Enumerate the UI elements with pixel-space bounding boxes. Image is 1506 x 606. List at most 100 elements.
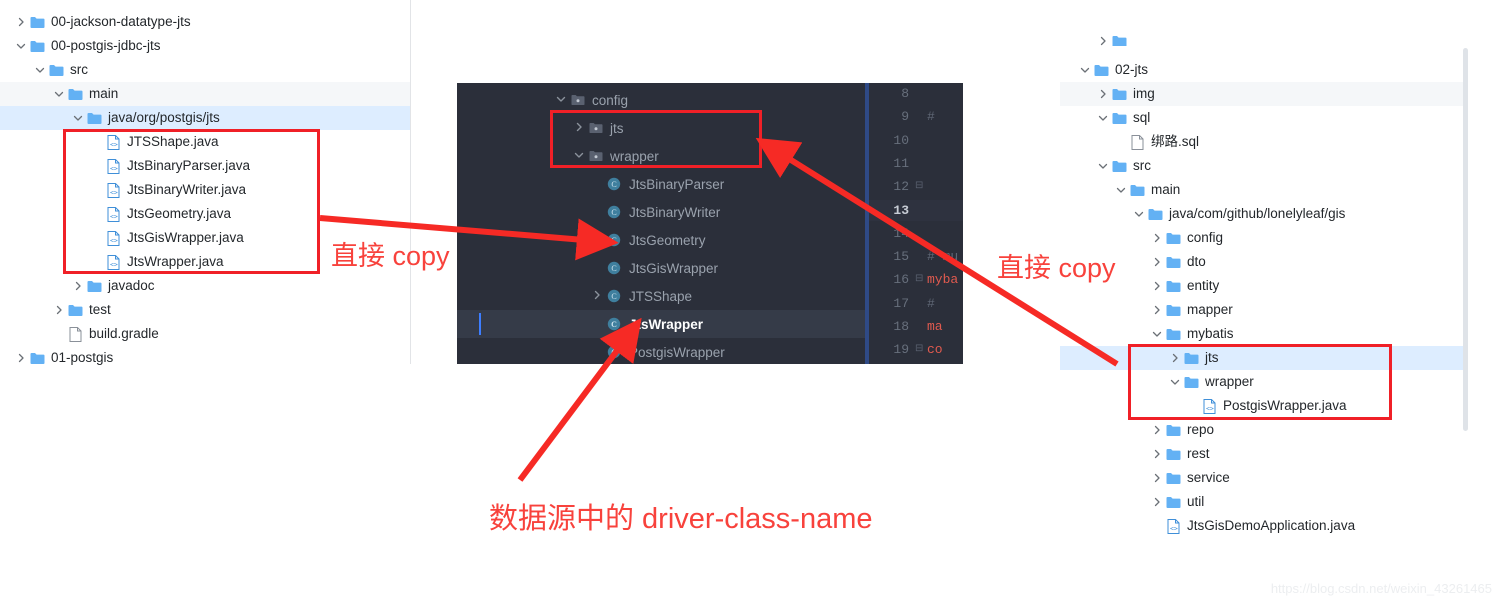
- line-number: 10: [893, 132, 909, 148]
- tree-row-clipped[interactable]: [1060, 36, 1463, 46]
- java-class-icon: C: [605, 233, 623, 247]
- tree-row[interactable]: config: [1060, 226, 1463, 250]
- line-number: 8: [901, 86, 909, 101]
- tree-row[interactable]: javadoc: [0, 274, 410, 298]
- tree-row[interactable]: mybatis: [1060, 322, 1463, 346]
- tree-row-label: src: [1133, 158, 1151, 174]
- line-number: 18: [893, 319, 909, 334]
- chevron-down-icon[interactable]: [1096, 161, 1110, 171]
- chevron-down-icon[interactable]: [1096, 113, 1110, 123]
- chevron-right-icon[interactable]: [1150, 425, 1164, 435]
- chevron-down-icon[interactable]: [33, 65, 47, 75]
- tree-row[interactable]: 00-jackson-datatype-jts: [0, 10, 410, 34]
- chevron-right-icon[interactable]: [1150, 257, 1164, 267]
- code-fragment: #: [927, 109, 935, 125]
- chevron-down-icon[interactable]: [1132, 209, 1146, 219]
- chevron-right-icon[interactable]: [71, 281, 85, 291]
- tree-row[interactable]: service: [1060, 466, 1463, 490]
- chevron-right-icon[interactable]: [1096, 89, 1110, 99]
- folder-icon: [85, 280, 103, 293]
- tree-row[interactable]: 02-jts: [1060, 58, 1463, 82]
- chevron-down-icon[interactable]: [52, 89, 66, 99]
- line-number: 15: [893, 249, 909, 265]
- dark-tree-row[interactable]: C JTSShape: [457, 282, 865, 310]
- chevron-down-icon[interactable]: [1114, 185, 1128, 195]
- tree-row[interactable]: 00-postgis-jdbc-jts: [0, 34, 410, 58]
- chevron-right-icon[interactable]: [1150, 305, 1164, 315]
- dark-tree-row[interactable]: C JtsBinaryWriter: [457, 198, 865, 226]
- tree-row-label: main: [89, 86, 119, 102]
- right-project-tree-panel[interactable]: 02-jts img sql 绑路.sql src main java/com/github…: [1060, 0, 1506, 606]
- tree-row[interactable]: repo: [1060, 418, 1463, 442]
- chevron-right-icon[interactable]: [1150, 233, 1164, 243]
- tree-row-label: 01-postgis: [51, 350, 114, 366]
- code-fold-marker[interactable]: ⊟: [915, 180, 923, 191]
- chevron-right-icon[interactable]: [1150, 497, 1164, 507]
- tree-row[interactable]: main: [0, 82, 410, 106]
- chevron-down-icon[interactable]: [1078, 65, 1092, 75]
- annotation-copy-right: 直接 copy: [997, 253, 1116, 283]
- tree-row[interactable]: util: [1060, 490, 1463, 514]
- folder-icon: [1110, 112, 1128, 125]
- chevron-right-icon[interactable]: [589, 290, 605, 302]
- tree-row[interactable]: dto: [1060, 250, 1463, 274]
- chevron-right-icon[interactable]: [52, 305, 66, 315]
- tree-row[interactable]: rest: [1060, 442, 1463, 466]
- tree-row[interactable]: sql: [1060, 106, 1463, 130]
- line-number: 12: [893, 179, 909, 195]
- chevron-right-icon[interactable]: [14, 17, 28, 27]
- code-fragment: #: [927, 295, 935, 311]
- chevron-right-icon[interactable]: [1150, 449, 1164, 459]
- tree-row[interactable]: java/com/github/lonelyleaf/gis: [1060, 202, 1463, 226]
- chevron-right-icon[interactable]: [1150, 281, 1164, 291]
- tree-row[interactable]: src: [0, 58, 410, 82]
- chevron-down-icon[interactable]: [14, 41, 28, 51]
- dark-tree-row[interactable]: C JtsGeometry: [457, 226, 865, 254]
- dark-tree-row[interactable]: C JtsWrapper: [457, 310, 865, 338]
- tree-row-label: 02-jts: [1115, 62, 1149, 78]
- tree-row-label: java/org/postgis/jts: [108, 110, 220, 126]
- tree-row[interactable]: java/org/postgis/jts: [0, 106, 410, 130]
- tree-row[interactable]: <> JtsGisDemoApplication.java: [1060, 514, 1463, 538]
- tree-row[interactable]: 01-postgis: [0, 346, 410, 370]
- chevron-right-icon[interactable]: [1150, 473, 1164, 483]
- folder-icon: [1110, 88, 1128, 101]
- folder-icon: [47, 64, 65, 77]
- tree-row[interactable]: main: [1060, 178, 1463, 202]
- dark-tree-row[interactable]: C JtsGisWrapper: [457, 254, 865, 282]
- folder-icon: [1110, 160, 1128, 173]
- dark-tree-row[interactable]: C PostgisWrapper: [457, 338, 865, 364]
- highlight-box-dark-packages: [550, 110, 762, 168]
- tree-row[interactable]: mapper: [1060, 298, 1463, 322]
- folder-icon: [28, 352, 46, 365]
- tree-row[interactable]: 绑路.sql: [1060, 130, 1463, 154]
- plain-file-icon: [1128, 134, 1146, 150]
- tree-row-label: img: [1133, 86, 1155, 102]
- tree-row[interactable]: src: [1060, 154, 1463, 178]
- chevron-down-icon[interactable]: [71, 113, 85, 123]
- chevron-right-icon[interactable]: [14, 353, 28, 363]
- folder-icon: [1164, 256, 1182, 269]
- java-class-icon: C: [605, 177, 623, 191]
- code-fold-marker[interactable]: ⊟: [915, 343, 923, 354]
- dark-tree-row[interactable]: C JtsBinaryParser: [457, 170, 865, 198]
- editor-vertical-scrollbar[interactable]: [865, 83, 869, 364]
- right-panel-scrollbar[interactable]: [1463, 48, 1468, 431]
- tree-row[interactable]: entity: [1060, 274, 1463, 298]
- tree-row[interactable]: build.gradle: [0, 322, 410, 346]
- line-number: 9: [901, 109, 909, 125]
- tree-row-label: 绑路.sql: [1151, 134, 1200, 150]
- chevron-down-icon[interactable]: [1150, 329, 1164, 339]
- tree-row[interactable]: test: [0, 298, 410, 322]
- code-fold-marker[interactable]: ⊟: [915, 273, 923, 284]
- chevron-down-icon[interactable]: [553, 94, 569, 106]
- svg-text:C: C: [611, 320, 617, 329]
- tree-row-label: javadoc: [108, 278, 155, 294]
- annotation-driver-class: 数据源中的 driver-class-name: [489, 503, 873, 535]
- left-project-tree-panel[interactable]: 00-jackson-datatype-jts 00-postgis-jdbc-j…: [0, 0, 410, 606]
- chevron-right-icon[interactable]: [1096, 36, 1110, 46]
- tree-row-label: build.gradle: [89, 326, 159, 342]
- folder-icon: [1164, 232, 1182, 245]
- highlight-box-right-mybatis: [1128, 344, 1392, 420]
- tree-row[interactable]: img: [1060, 82, 1463, 106]
